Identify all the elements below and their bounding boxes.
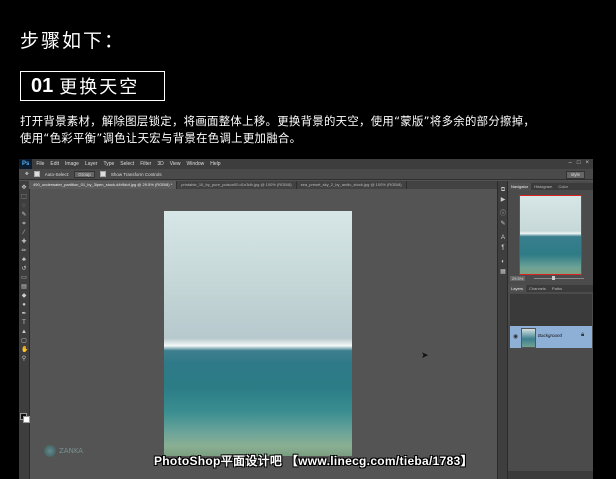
- description-line: 打开背景素材，解除图层锁定，将画面整体上移。更换背景的天空，使用“蒙版”将多余的…: [20, 114, 536, 128]
- brand-logo-text: ZANKA: [59, 447, 84, 455]
- move-tool-icon[interactable]: ✥: [21, 185, 27, 191]
- auto-select-label: Auto-Select:: [44, 171, 70, 177]
- crop-tool-icon[interactable]: ⌗: [21, 221, 27, 227]
- auto-select-checkbox[interactable]: [33, 171, 40, 177]
- eyedropper-tool-icon[interactable]: ⁄: [21, 230, 27, 236]
- heal-tool-icon[interactable]: ✚: [21, 239, 27, 245]
- menu-image[interactable]: Image: [65, 161, 79, 167]
- quick-select-tool-icon[interactable]: ✎: [21, 212, 27, 218]
- tab-navigator[interactable]: Navigator: [508, 183, 532, 190]
- tab-document-3[interactable]: sea_preset_sky_2_by_arctic_stock.jpg @ 1…: [297, 181, 407, 189]
- step-description: 打开背景素材，解除图层锁定，将画面整体上移。更换背景的天空，使用“蒙版”将多余的…: [20, 113, 600, 147]
- options-bar: ✥ Auto-Select: Group Show Transform Cont…: [19, 169, 593, 180]
- tab-document-2[interactable]: printable_10_by_pure_poison00.d1n3dh.jpg…: [177, 181, 297, 189]
- background-color-swatch[interactable]: [23, 416, 30, 423]
- menu-edit[interactable]: Edit: [50, 161, 59, 167]
- tab-paths[interactable]: Paths: [549, 285, 565, 292]
- menu-layer[interactable]: Layer: [85, 161, 98, 167]
- tools-panel: ✥ ⬚ ◌ ✎ ⌗ ⁄ ✚ ✏ ♣ ↺ ▭ ▤ ◆ ● ✒ T ▲ ▢ ✋ ⚲: [19, 181, 30, 479]
- tab-histogram[interactable]: Histogram: [531, 183, 555, 190]
- description-line: 使用“色彩平衡”调色让天宏与背景在色调上更加融合。: [20, 131, 302, 145]
- cursor-arrow-icon: ➤: [421, 350, 429, 360]
- navigator-zoom-slider[interactable]: [534, 278, 584, 279]
- navigator-zoom-value[interactable]: 29.5%: [510, 276, 526, 281]
- step-title-box: 01 更换天空: [20, 71, 165, 101]
- photoshop-window: Ps File Edit Image Layer Type Select Fil…: [19, 159, 593, 479]
- paragraph-panel-icon[interactable]: ¶: [500, 245, 506, 251]
- navigator-preview[interactable]: [519, 195, 582, 275]
- layers-footer: [508, 471, 593, 479]
- layers-tabs: Layers Channels Paths: [508, 285, 593, 292]
- group-select[interactable]: Group: [74, 170, 95, 178]
- gradient-tool-icon[interactable]: ▤: [21, 284, 27, 290]
- image-canvas[interactable]: [164, 211, 352, 456]
- hand-tool-icon[interactable]: ✋: [21, 347, 28, 353]
- tab-document-1[interactable]: 490_underwater_partition_01_by_3ipen_sto…: [29, 181, 178, 189]
- brand-logo-mark-icon: [44, 445, 56, 457]
- maximize-icon[interactable]: □: [577, 160, 581, 166]
- visibility-eye-icon[interactable]: ◉: [513, 333, 518, 340]
- layer-thumbnail: [521, 328, 536, 348]
- lock-icon[interactable]: 🔒︎: [581, 332, 584, 339]
- eraser-tool-icon[interactable]: ▭: [21, 275, 27, 281]
- document-area[interactable]: [30, 189, 497, 479]
- marquee-tool-icon[interactable]: ⬚: [21, 194, 27, 200]
- history-panel-icon[interactable]: ⧉: [500, 187, 506, 193]
- menu-select[interactable]: Select: [120, 161, 134, 167]
- menu-window[interactable]: Window: [186, 161, 204, 167]
- layer-row-background[interactable]: ◉ Background 🔒︎: [510, 326, 592, 348]
- dodge-tool-icon[interactable]: ●: [21, 302, 27, 308]
- shape-tool-icon[interactable]: ▢: [21, 338, 27, 344]
- transform-checkbox[interactable]: [99, 171, 106, 177]
- menu-file[interactable]: File: [36, 161, 44, 167]
- pen-tool-icon[interactable]: ✒: [21, 311, 27, 317]
- menu-filter[interactable]: Filter: [140, 161, 151, 167]
- character-panel-icon[interactable]: A: [500, 235, 506, 241]
- window-controls: – □ ×: [569, 160, 589, 166]
- navigator-tabs: Navigator Histogram Color: [508, 183, 593, 190]
- site-watermark: PhotoShop平面设计吧 【www.linecg.com/tieba/178…: [154, 454, 473, 468]
- transform-label: Show Transform Controls: [110, 171, 162, 177]
- actions-panel-icon[interactable]: ▶: [500, 197, 506, 203]
- move-tool-icon[interactable]: ✥: [25, 171, 29, 177]
- lasso-tool-icon[interactable]: ◌: [21, 203, 27, 209]
- close-icon[interactable]: ×: [585, 160, 589, 166]
- layer-name: Background: [538, 333, 563, 338]
- brush-tool-icon[interactable]: ✏: [21, 248, 27, 254]
- menu-help[interactable]: Help: [210, 161, 220, 167]
- document-tabs: 490_underwater_partition_01_by_3ipen_sto…: [29, 181, 497, 189]
- menu-3d[interactable]: 3D: [157, 161, 163, 167]
- stamp-tool-icon[interactable]: ♣: [21, 257, 27, 263]
- brand-logo: ZANKA: [44, 445, 83, 457]
- right-panels: Navigator Histogram Color 29.5% Layers C…: [507, 181, 593, 479]
- page-heading: 步骤如下：: [20, 30, 126, 52]
- menu-view[interactable]: View: [170, 161, 181, 167]
- type-tool-icon[interactable]: T: [21, 320, 27, 326]
- menu-type[interactable]: Type: [103, 161, 114, 167]
- step-title: 更换天空: [59, 77, 140, 98]
- minimize-icon[interactable]: –: [569, 160, 572, 166]
- tab-channels[interactable]: Channels: [526, 285, 549, 292]
- adjustments-panel-icon[interactable]: ◐: [500, 259, 506, 265]
- tab-layers[interactable]: Layers: [508, 285, 527, 292]
- path-select-icon[interactable]: ▲: [21, 329, 27, 335]
- step-number: 01: [31, 74, 54, 97]
- styles-panel-icon[interactable]: ▦: [500, 269, 506, 275]
- blur-tool-icon[interactable]: ◆: [21, 293, 27, 299]
- history-brush-icon[interactable]: ↺: [21, 266, 27, 272]
- brush-panel-icon[interactable]: ✎: [500, 221, 506, 227]
- menu-bar: Ps File Edit Image Layer Type Select Fil…: [19, 159, 593, 169]
- photoshop-logo: Ps: [19, 159, 33, 169]
- info-panel-icon[interactable]: ⓘ: [500, 211, 506, 217]
- zoom-tool-icon[interactable]: ⚲: [21, 356, 27, 362]
- navigator-slider-handle[interactable]: [552, 276, 555, 280]
- tab-color[interactable]: Color: [555, 183, 571, 190]
- workspace-select[interactable]: style: [565, 171, 585, 179]
